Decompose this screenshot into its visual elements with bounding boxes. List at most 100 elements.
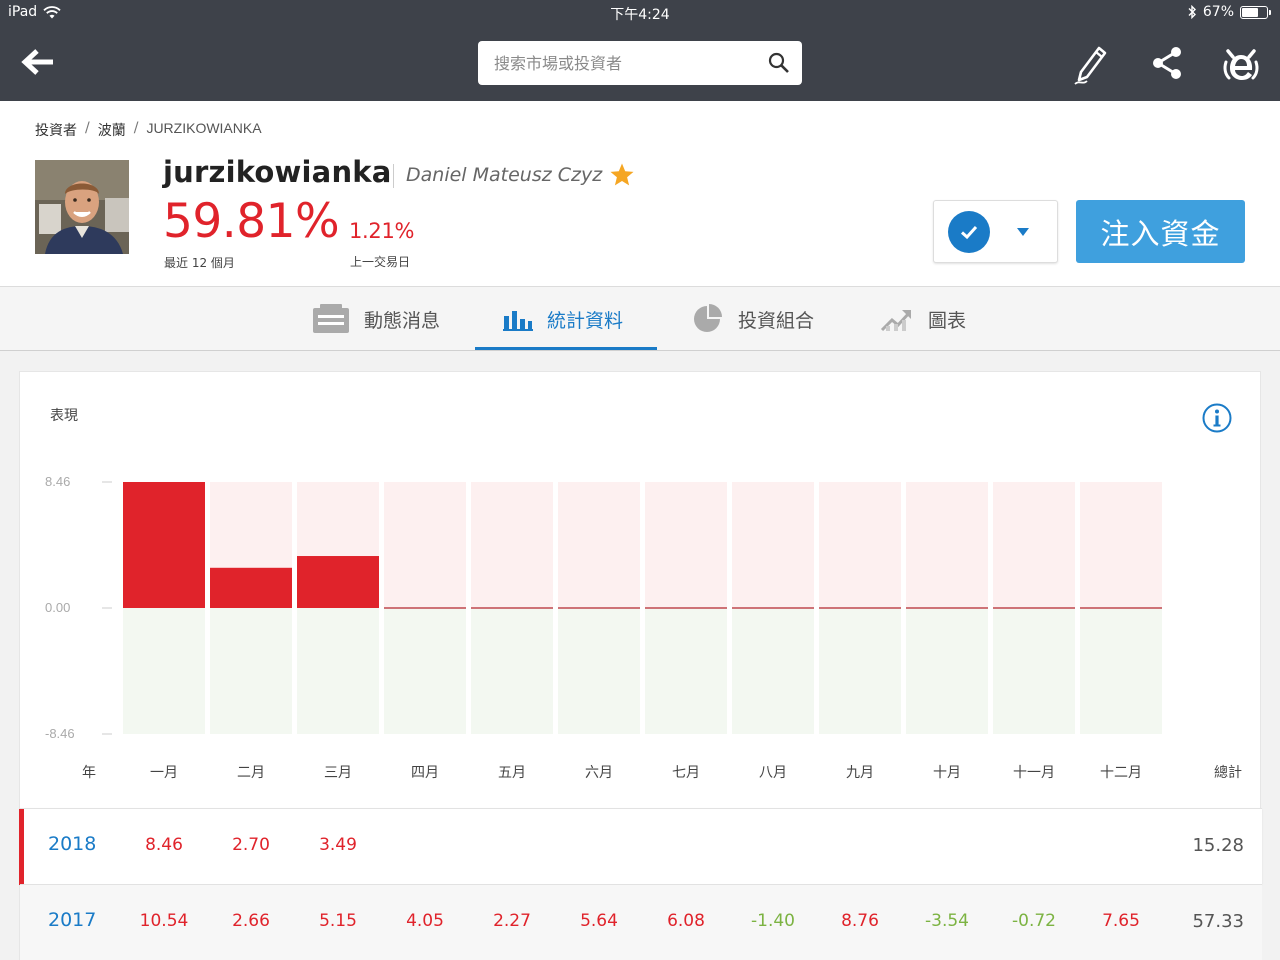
invest-button[interactable]: 注入資金 [1076, 200, 1245, 263]
share-button[interactable] [1144, 40, 1190, 86]
month-label: 九月 [846, 765, 874, 781]
negative-background-band [906, 608, 988, 734]
avatar [35, 160, 129, 254]
checkmark-icon [960, 225, 978, 240]
etoro-logo-button[interactable] [1218, 40, 1264, 86]
negative-background-band [732, 608, 814, 734]
search-input[interactable] [478, 41, 758, 85]
back-arrow-icon [21, 49, 53, 75]
performance-chart: 8.46 0.00 -8.46 [45, 474, 1162, 741]
monthly-return-cell: 2.70 [232, 835, 270, 855]
tab-news-feed[interactable]: 動態消息 [312, 287, 440, 351]
monthly-return-cell: 2.27 [493, 911, 531, 931]
monthly-return-cell: 10.54 [139, 911, 189, 931]
monthly-return-cell: 5.64 [580, 911, 618, 931]
negative-background-band [210, 608, 292, 734]
tab-label: 投資組合 [738, 309, 815, 332]
avatar-photo [35, 160, 129, 254]
bar-chart-icon [503, 311, 533, 331]
pie-chart-icon [694, 304, 722, 332]
month-label: 十一月 [1013, 765, 1055, 781]
year-total: 15.28 [1192, 835, 1244, 856]
gain-last-day: 1.21% [349, 219, 415, 243]
positive-background-band [732, 482, 814, 608]
monthly-return-cell: -1.40 [751, 911, 795, 931]
battery-percent: 67% [1202, 4, 1234, 20]
positive-background-band [384, 482, 466, 608]
negative-background-band [558, 608, 640, 734]
breadcrumb-separator: / [85, 120, 90, 136]
profile-tabs: 動態消息 統計資料 投資組合 圖表 [0, 287, 1280, 351]
status-time: 下午4:24 [610, 7, 670, 23]
monthly-return-cell: 6.08 [667, 911, 705, 931]
year-label[interactable]: 2017 [48, 909, 96, 931]
negative-background-band [297, 608, 379, 734]
follow-dropdown-button[interactable] [933, 200, 1058, 263]
search-icon[interactable] [768, 52, 790, 74]
tab-statistics[interactable]: 統計資料 [503, 287, 623, 351]
month-label: 七月 [672, 765, 700, 781]
star-icon [610, 163, 634, 186]
tab-label: 動態消息 [364, 309, 441, 332]
y-tick-label: 8.46 [45, 474, 70, 489]
gain-last-day-label: 上一交易日 [350, 255, 411, 269]
year-column-header: 年 [82, 765, 96, 781]
name-divider [393, 164, 394, 188]
year-row-2017[interactable]: 2017 10.54 2.66 5.15 4.05 2.27 5.64 6.08 -1.40 8.… [20, 884, 1262, 960]
monthly-return-cell: 5.15 [319, 911, 357, 931]
edit-button[interactable] [1068, 40, 1114, 86]
etoro-logo-icon [1223, 49, 1259, 80]
full-name: Daniel Mateusz Czyz [406, 164, 603, 186]
bluetooth-icon [1188, 5, 1196, 19]
year-row-2018[interactable]: 2018 8.46 2.70 3.49 15.28 [19, 808, 1262, 885]
username: jurzikowianka [163, 155, 392, 189]
tab-portfolio[interactable]: 投資組合 [690, 287, 814, 351]
bar-三月 [297, 556, 379, 608]
month-label: 六月 [585, 765, 613, 781]
chevron-down-icon [1017, 228, 1029, 236]
bar-二月 [210, 567, 292, 608]
negative-background-band [819, 608, 901, 734]
breadcrumb: 投資者 / 波蘭 / JURZIKOWIANKA [35, 120, 262, 140]
top-navigation-bar: iPad 下午4:24 67% [0, 0, 1280, 101]
breadcrumb-investors[interactable]: 投資者 [35, 120, 77, 140]
monthly-return-cell: 8.46 [145, 835, 183, 855]
positive-background-band [906, 482, 988, 608]
tab-label: 圖表 [928, 309, 967, 332]
negative-background-band [471, 608, 553, 734]
gain-12-months-label: 最近 12 個月 [164, 256, 235, 270]
tab-chart[interactable]: 圖表 [880, 287, 966, 351]
check-icon [948, 211, 990, 253]
negative-background-band [123, 608, 205, 734]
monthly-return-cell: 4.05 [406, 911, 444, 931]
positive-background-band [645, 482, 727, 608]
back-button[interactable] [20, 46, 56, 78]
month-header-row: 年 總計 一月 二月 三月 四月 五月 六月 七月 八月 九月 十月 十一月 十二月 [20, 762, 1262, 786]
tab-label: 統計資料 [547, 309, 624, 332]
news-feed-icon [313, 304, 349, 333]
total-column-header: 總計 [1214, 765, 1242, 781]
share-icon [1153, 47, 1181, 79]
breadcrumb-separator: / [133, 120, 139, 136]
positive-background-band [471, 482, 553, 608]
year-total: 57.33 [1192, 911, 1244, 932]
month-label: 八月 [759, 765, 787, 781]
active-tab-indicator [475, 347, 657, 350]
year-label[interactable]: 2018 [48, 833, 96, 855]
battery-level [1242, 7, 1259, 17]
positive-background-band [993, 482, 1075, 608]
y-tick-label: 0.00 [45, 600, 70, 615]
gain-12-months: 59.81% [163, 194, 340, 249]
monthly-return-cell: -3.54 [925, 911, 969, 931]
negative-background-band [645, 608, 727, 734]
breadcrumb-current: JURZIKOWIANKA [146, 120, 262, 136]
negative-background-band [384, 608, 466, 734]
negative-background-band [993, 608, 1075, 734]
positive-background-band [1080, 482, 1162, 608]
battery-icon [1240, 5, 1271, 19]
pencil-icon [1074, 46, 1107, 85]
performance-panel: 表現 8.46 0.00 -8.46 年 總計 一月 二月 三月 四月 五月 六月 七月 八月 九月… [19, 371, 1262, 960]
search-box[interactable] [478, 41, 802, 85]
y-tick-label: -8.46 [45, 726, 75, 741]
breadcrumb-country[interactable]: 波蘭 [98, 120, 126, 140]
